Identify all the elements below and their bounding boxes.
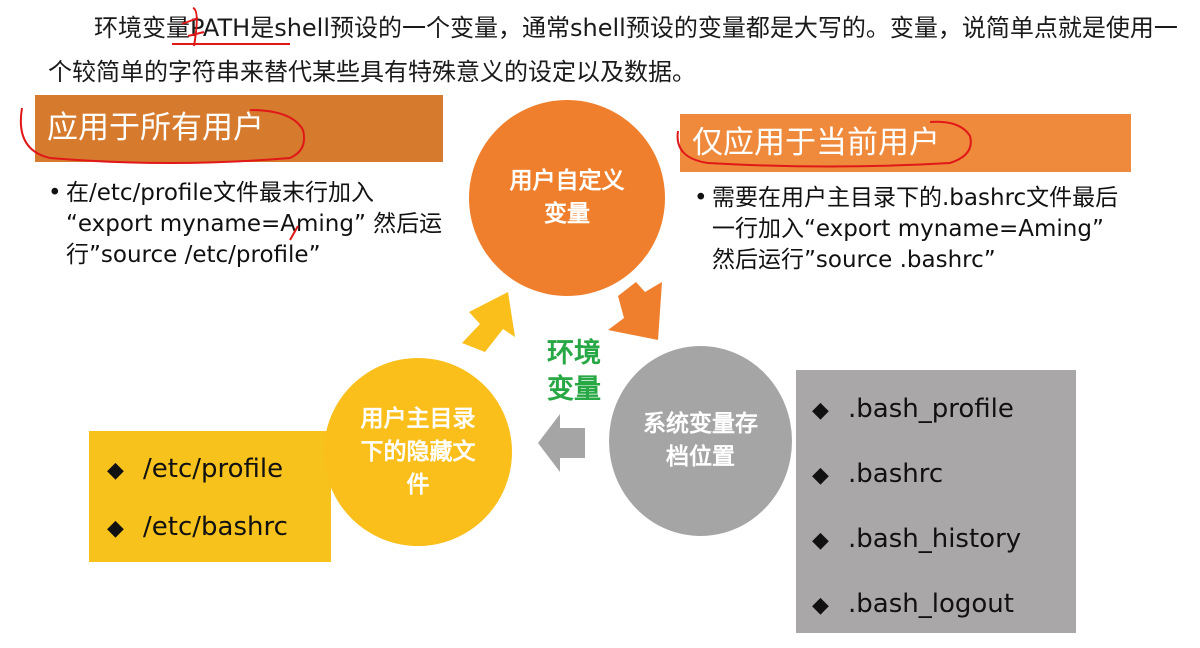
node-label: 系统变量存档位置	[643, 411, 758, 470]
user-defined-variables-node: 用户自定义变量	[469, 100, 665, 296]
arrow-down-right-icon	[608, 282, 662, 340]
arrow-up-icon	[462, 292, 515, 352]
environment-variables-label: 环境变量	[547, 338, 601, 405]
node-label: 用户自定义变量	[509, 168, 625, 227]
node-label: 用户主目录下的隐藏文件	[360, 405, 476, 498]
system-storage-node: 系统变量存档位置	[609, 346, 792, 536]
hidden-files-node: 用户主目录下的隐藏文件	[324, 358, 512, 546]
diagram-arrows-layer	[19, 7, 972, 472]
arrow-left-icon	[538, 414, 585, 472]
